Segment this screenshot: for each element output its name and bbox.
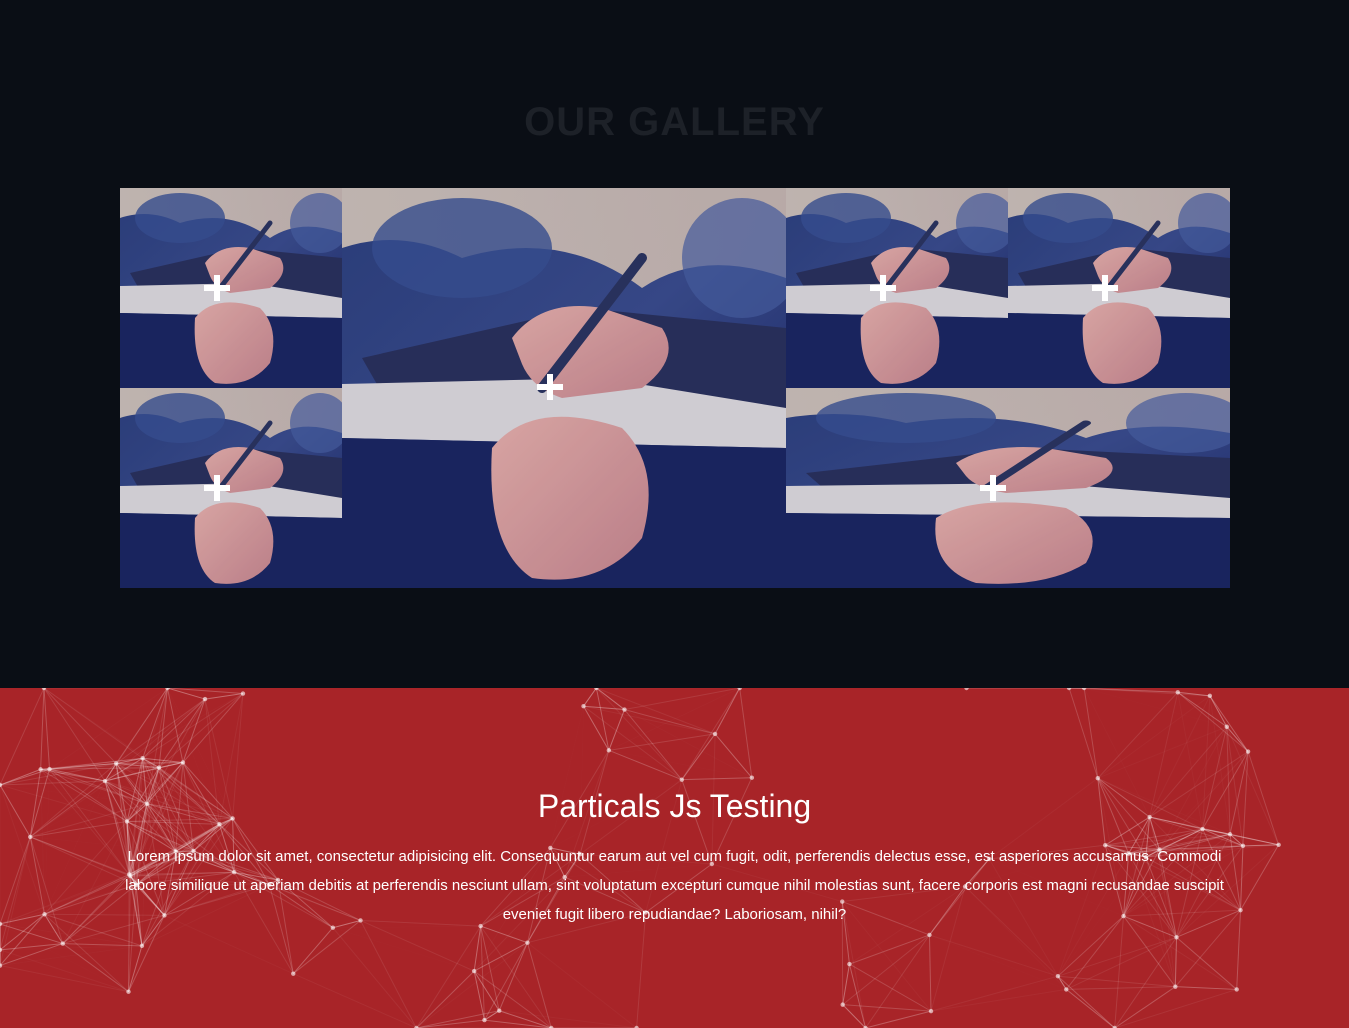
gallery-section: OUR GALLERY: [0, 0, 1349, 688]
gallery-photo: [342, 188, 786, 588]
gallery-title: OUR GALLERY: [524, 100, 825, 144]
gallery-photo: [1008, 188, 1230, 388]
particles-body: Lorem ipsum dolor sit amet, consectetur …: [125, 848, 1224, 923]
gallery-photo: [120, 388, 342, 588]
gallery-item-4[interactable]: [786, 188, 1008, 388]
gallery-photo: [786, 188, 1008, 388]
particles-section: Particals Js Testing Lorem ipsum dolor s…: [0, 688, 1349, 1028]
particles-title: Particals Js Testing: [537, 788, 812, 824]
plus-icon[interactable]: [204, 475, 230, 501]
plus-icon[interactable]: [537, 374, 563, 400]
plus-icon[interactable]: [870, 275, 896, 301]
gallery-item-5[interactable]: [1008, 188, 1230, 388]
gallery-item-1[interactable]: [120, 188, 342, 388]
gallery-item-3[interactable]: [342, 188, 786, 588]
gallery-photo: [120, 188, 342, 388]
plus-icon[interactable]: [980, 475, 1006, 501]
gallery-grid: [120, 188, 1230, 588]
gallery-item-2[interactable]: [120, 388, 342, 588]
plus-icon[interactable]: [204, 275, 230, 301]
gallery-photo: [786, 388, 1230, 588]
gallery-item-6[interactable]: [786, 388, 1230, 588]
plus-icon[interactable]: [1092, 275, 1118, 301]
